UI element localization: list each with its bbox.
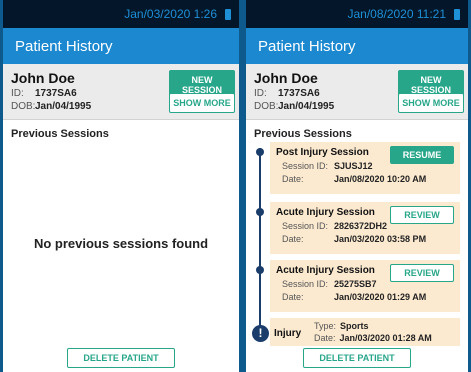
status-bar: Jan/08/2020 11:21 [246,0,468,28]
left-screen: Jan/03/2020 1:26 Patient History John Do… [3,0,239,372]
timeline-dot [256,208,264,216]
empty-state-message: No previous sessions found [33,236,209,251]
injury-title: Injury [274,328,302,339]
session-id-label: Session ID: [282,161,329,171]
app-bar: Patient History [246,28,468,64]
injury-date-label: Date: [314,333,336,343]
injury-type-label: Type: [314,321,337,331]
delete-patient-button[interactable]: DELETE PATIENT [67,348,175,368]
app-bar: Patient History [3,28,239,64]
session-date-label: Date: [282,174,304,184]
timeline-dot [256,266,264,274]
injury-date-row: Date: Jan/03/2020 01:28 AM [314,333,432,343]
battery-icon [225,8,231,20]
session-date-row: Date: Jan/03/2020 03:58 PM [276,234,454,244]
timeline-line [259,148,261,326]
session-date-label: Date: [282,292,304,302]
injury-type: Sports [340,321,369,331]
timeline-dot [256,148,264,156]
review-button[interactable]: REVIEW [390,264,454,282]
injury-card: Injury Type: Sports Date: Jan/03/2020 01… [270,318,460,346]
injury-type-row: Type: Sports [314,321,369,331]
status-time: Jan/08/2020 11:21 [347,7,446,21]
status-time: Jan/03/2020 1:26 [124,7,217,21]
session-date: Jan/03/2020 03:58 PM [334,234,427,244]
resume-button[interactable]: RESUME [390,146,454,164]
patient-id: 1737SA6 [278,88,320,99]
patient-dob: Jan/04/1995 [278,101,335,112]
show-more-button[interactable]: SHOW MORE [398,93,464,113]
patient-id: 1737SA6 [35,88,77,99]
page-title: Patient History [258,37,356,55]
previous-sessions-heading: Previous Sessions [254,128,352,140]
session-id: SJUSJ12 [334,161,373,171]
session-id-label: Session ID: [282,221,329,231]
session-id: 2826372DH2 [334,221,388,231]
patient-id-label: ID: [254,88,267,99]
patient-dob-label: DOB: [11,101,36,112]
session-card: Acute Injury Session REVIEW Session ID: … [270,202,460,254]
patient-dob-label: DOB: [254,101,279,112]
session-date-label: Date: [282,234,304,244]
patient-card: John Doe ID: 1737SA6 DOB: Jan/04/1995 NE… [246,64,468,120]
page-title: Patient History [15,37,113,55]
session-card: Post Injury Session RESUME Session ID: S… [270,142,460,194]
review-button[interactable]: REVIEW [390,206,454,224]
patient-id-label: ID: [11,88,24,99]
session-date-row: Date: Jan/08/2020 10:20 AM [276,174,454,184]
session-card: Acute Injury Session REVIEW Session ID: … [270,260,460,312]
session-id-label: Session ID: [282,279,329,289]
session-id: 25275SB7 [334,279,377,289]
session-date: Jan/03/2020 01:29 AM [334,292,427,302]
session-date-row: Date: Jan/03/2020 01:29 AM [276,292,454,302]
delete-patient-button[interactable]: DELETE PATIENT [303,348,411,368]
show-more-button[interactable]: SHOW MORE [169,93,235,113]
patient-dob: Jan/04/1995 [35,101,92,112]
previous-sessions-heading: Previous Sessions [11,128,109,140]
session-date: Jan/08/2020 10:20 AM [334,174,427,184]
battery-icon [454,8,460,20]
right-screen: Jan/08/2020 11:21 Patient History John D… [246,0,468,372]
status-bar: Jan/03/2020 1:26 [3,0,239,28]
alert-icon: ! [252,325,269,342]
injury-date: Jan/03/2020 01:28 AM [339,333,432,343]
patient-card: John Doe ID: 1737SA6 DOB: Jan/04/1995 NE… [3,64,239,120]
